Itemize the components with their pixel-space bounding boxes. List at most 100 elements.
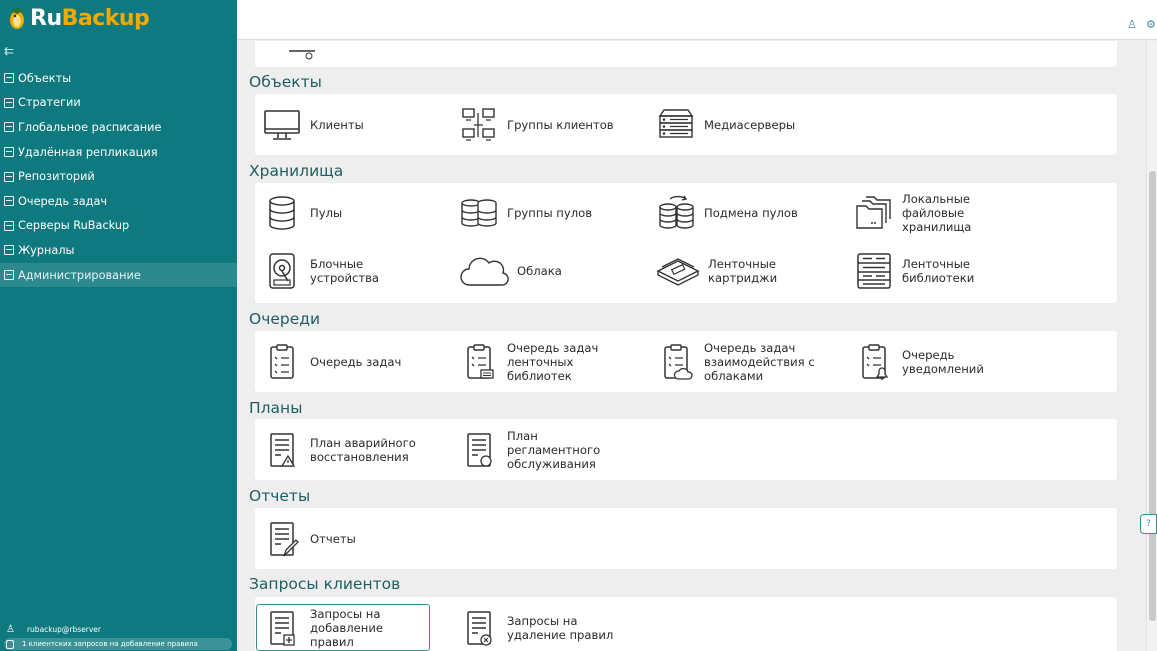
client-groups-icon [462, 108, 495, 141]
partial-icon [289, 50, 315, 60]
log-icon [4, 245, 14, 256]
clipboard-cloud-icon [664, 344, 693, 380]
user-name: rubackup@rbserver [26, 625, 101, 634]
document-icon [4, 97, 14, 108]
sidebar-item-servers[interactable]: Серверы RuBackup [0, 214, 237, 239]
vertical-scrollbar[interactable] [1146, 41, 1157, 651]
settings-gear-icon[interactable]: ⚙ [1146, 18, 1156, 31]
tile-label: План аварийного восстановления [310, 436, 416, 464]
document-warning-icon [270, 433, 296, 467]
sidebar: Ru Backup ⇇ Объекты Стратегии Глобальное … [0, 0, 237, 651]
tile-pools[interactable]: Пулы [262, 189, 342, 237]
tile-label: Очередь задач ленточных библиотек [507, 341, 599, 383]
tile-label: Очередь уведомлений [902, 348, 984, 376]
media-server-icon [658, 109, 694, 138]
sidebar-item-objects[interactable]: Объекты [0, 66, 237, 91]
user-icon: ♙ [6, 624, 15, 635]
document-add-icon [270, 610, 295, 646]
logo-text-backup: Backup [61, 5, 150, 31]
notice-text: 1 клиентских запросов на добавление прав… [22, 640, 198, 648]
tile-tape-library-queue[interactable]: Очередь задач ленточных библиотек [459, 339, 629, 385]
current-user[interactable]: ♙ rubackup@rbserver [6, 624, 101, 635]
requests-card: Запросы на добавление правил Запросы на … [255, 597, 1117, 651]
tile-label: Очередь задач [310, 355, 402, 369]
tile-tape-cartridges[interactable]: Ленточные картриджи [656, 247, 798, 295]
tile-task-queue[interactable]: Очередь задач [262, 339, 401, 385]
pool-substitution-icon [659, 195, 694, 229]
tile-local-file-storage[interactable]: Локальные файловые хранилища [854, 189, 1004, 237]
tile-reports[interactable]: Отчеты [262, 516, 356, 562]
tile-disaster-recovery-plan[interactable]: План аварийного восстановления [262, 427, 442, 473]
top-bar: ♙ ⚙ [237, 0, 1157, 40]
app-logo[interactable]: Ru Backup [7, 4, 150, 32]
monitor-icon [264, 110, 300, 140]
user-icon[interactable]: ♙ [1127, 18, 1137, 31]
tile-label: Запросы на удаление правил [507, 614, 614, 642]
tile-label: Ленточные картриджи [708, 257, 778, 285]
admin-icon [4, 270, 14, 281]
tile-pool-groups[interactable]: Группы пулов [459, 189, 592, 237]
main-content: Объекты Клиенты Группы клиентов Медиасер… [237, 41, 1146, 651]
tile-pool-substitution[interactable]: Подмена пулов [656, 189, 798, 237]
pool-database-icon [269, 196, 295, 230]
sidebar-item-task-queue[interactable]: Очередь задач [0, 189, 237, 214]
tile-add-rule-requests[interactable]: Запросы на добавление правил [256, 604, 430, 651]
folders-icon [856, 196, 891, 229]
tile-label: Пулы [310, 206, 343, 220]
sidebar-item-global-schedule[interactable]: Глобальное расписание [0, 115, 237, 140]
client-request-notice[interactable]: 1 клиентских запросов на добавление прав… [4, 638, 232, 650]
collapse-sidebar-icon[interactable]: ⇇ [4, 44, 14, 58]
server-icon [4, 220, 14, 231]
reports-card: Отчеты [255, 508, 1117, 569]
objects-card: Клиенты Группы клиентов Медиасерверы [255, 94, 1117, 155]
tile-cloud-queue[interactable]: Очередь задач взаимодействия с облаками [656, 339, 836, 385]
logo-text-ru: Ru [30, 5, 62, 31]
tile-clients[interactable]: Клиенты [262, 103, 364, 147]
tile-delete-rule-requests[interactable]: Запросы на удаление правил [459, 605, 629, 651]
hard-drive-icon [269, 253, 295, 289]
section-title-queues: Очереди [249, 310, 321, 328]
sidebar-item-label: Удалённая репликация [18, 145, 158, 159]
pool-groups-icon [461, 199, 497, 227]
mascot-icon [10, 8, 24, 29]
help-icon[interactable]: ? [1140, 514, 1157, 534]
tape-cartridge-icon [656, 258, 700, 286]
document-edit-icon [270, 522, 299, 557]
tile-media-servers[interactable]: Медиасерверы [656, 103, 795, 147]
sidebar-item-remote-replication[interactable]: Удалённая репликация [0, 140, 237, 165]
tile-maintenance-plan[interactable]: План регламентного обслуживания [459, 427, 629, 473]
queue-icon [4, 196, 14, 207]
tile-client-groups[interactable]: Группы клиентов [459, 103, 614, 147]
sidebar-item-logs[interactable]: Журналы [0, 238, 237, 263]
tile-label: Блочные устройства [310, 257, 380, 285]
tile-label: Очередь задач взаимодействия с облаками [704, 341, 815, 383]
tile-label: Медиасерверы [704, 118, 796, 132]
sidebar-item-label: Глобальное расписание [18, 120, 162, 134]
section-title-objects: Объекты [249, 73, 322, 91]
tile-clouds[interactable]: Облака [459, 247, 562, 295]
sidebar-item-label: Репозиторий [18, 170, 95, 184]
tile-block-devices[interactable]: Блочные устройства [262, 247, 400, 295]
cloud-icon [460, 257, 509, 286]
sidebar-item-label: Серверы RuBackup [18, 219, 130, 233]
sidebar-item-label: Администрирование [18, 268, 141, 282]
sidebar-item-strategies[interactable]: Стратегии [0, 91, 237, 116]
section-title-storage: Хранилища [249, 162, 344, 180]
tile-label: Клиенты [310, 118, 364, 132]
repository-icon [4, 171, 14, 182]
section-title-client-requests: Запросы клиентов [249, 575, 401, 593]
plans-card: План аварийного восстановления План регл… [255, 419, 1117, 480]
clipboard-bell-icon [862, 344, 889, 380]
tile-tape-libraries[interactable]: Ленточные библиотеки [854, 247, 992, 295]
sidebar-item-administration[interactable]: Администрирование [0, 262, 237, 288]
sidebar-item-label: Журналы [18, 243, 75, 257]
storage-card: Пулы Группы пулов Подмена пулов Локальны… [255, 183, 1117, 303]
tile-label: Подмена пулов [704, 206, 798, 220]
section-title-reports: Отчеты [249, 487, 311, 505]
tile-notification-queue[interactable]: Очередь уведомлений [854, 339, 992, 385]
document-gear-icon [467, 433, 492, 467]
scrollbar-thumb[interactable] [1149, 171, 1156, 621]
tile-label: Запросы на добавление правил [310, 606, 383, 649]
tile-label: План регламентного обслуживания [507, 429, 601, 471]
sidebar-item-repository[interactable]: Репозиторий [0, 164, 237, 189]
